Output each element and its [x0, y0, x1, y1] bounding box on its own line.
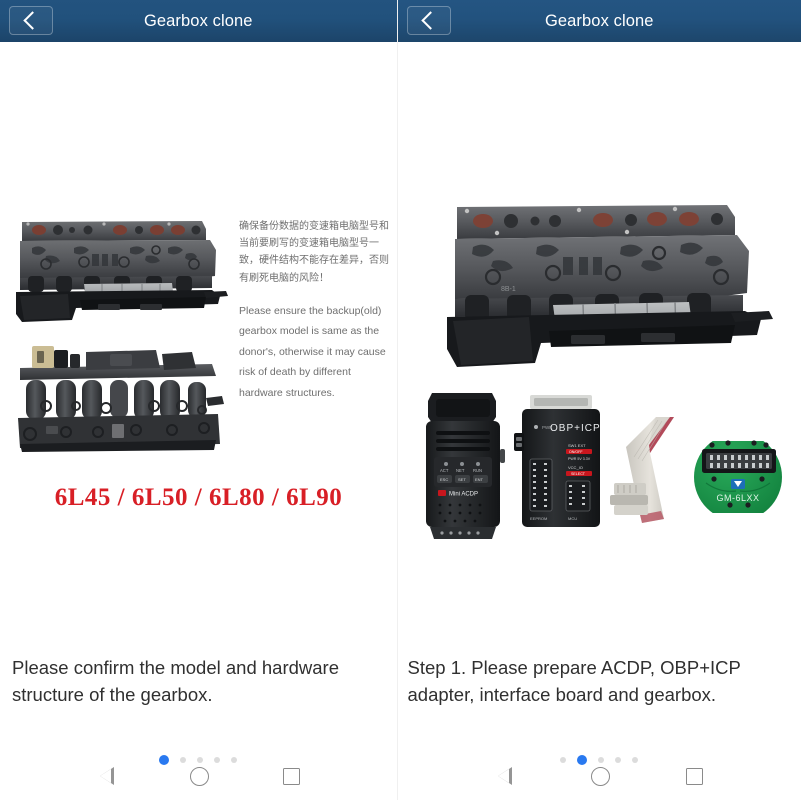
step-caption: Please confirm the model and hardware st…: [12, 657, 340, 706]
svg-text:MCU: MCU: [568, 516, 577, 521]
nav-recents-icon[interactable]: [686, 767, 704, 785]
page-dot-3[interactable]: [598, 757, 605, 763]
notice-chinese: 确保备份数据的变速箱电脑型号和当前要刷写的变速箱电脑型号一致，硬件结构不能存在差…: [239, 221, 389, 284]
page-dot-1[interactable]: [560, 757, 567, 763]
back-chevron-icon: [420, 11, 440, 30]
page-dot-5[interactable]: [231, 757, 238, 763]
model-list-text: 6L45 / 6L50 / 6L80 / 6L90: [54, 484, 343, 511]
notice-english: Please ensure the backup(old) gearbox mo…: [239, 304, 386, 399]
svg-text:ESC: ESC: [440, 477, 448, 482]
svg-text:SW1 EXT: SW1 EXT: [568, 443, 586, 448]
page-dot-2[interactable]: [180, 757, 187, 763]
nav-back-icon[interactable]: [97, 766, 117, 786]
dual-screenshot-composite: Gearbox clone 确保备份数据的变速箱电脑型号和当前要刷写的变速箱电脑…: [0, 0, 801, 800]
svg-text:OBP+ICP: OBP+ICP: [550, 423, 601, 434]
svg-text:ACT: ACT: [440, 468, 449, 473]
page-dot-4[interactable]: [615, 757, 622, 763]
content-left: 确保备份数据的变速箱电脑型号和当前要刷写的变速箱电脑型号一致，硬件结构不能存在差…: [0, 42, 397, 765]
page-title: Gearbox clone: [544, 11, 654, 30]
gearbox-solenoid-pack-photo: [6, 340, 234, 460]
gearbox-valve-body-photo: [6, 204, 234, 332]
svg-text:EEPROM: EEPROM: [530, 516, 547, 521]
nav-back-icon[interactable]: [495, 766, 515, 786]
panel-left: Gearbox clone 确保备份数据的变速箱电脑型号和当前要刷写的变速箱电脑…: [0, 0, 397, 800]
svg-text:ENT: ENT: [475, 477, 484, 482]
svg-text:8B-1: 8B-1: [501, 286, 516, 293]
page-indicator-right[interactable]: [398, 755, 801, 765]
app-bar-left: Gearbox clone: [0, 0, 397, 42]
page-title: Gearbox clone: [143, 11, 253, 30]
content-right: 8B-1 ACT NET RUN ESC SET ENT Mini ACDP P…: [397, 42, 801, 765]
notice-text-block: 确保备份数据的变速箱电脑型号和当前要刷写的变速箱电脑型号一致，硬件结构不能存在差…: [239, 218, 391, 403]
back-button[interactable]: [9, 6, 53, 35]
page-dot-2[interactable]: [577, 755, 588, 765]
device-row: ACT NET RUN ESC SET ENT Mini ACDP PWR OB…: [417, 387, 788, 542]
step-caption: Step 1. Please prepare ACDP, OBP+ICP ada…: [407, 657, 741, 706]
nav-home-icon[interactable]: [190, 766, 210, 786]
svg-text:GM-6LXX: GM-6LXX: [716, 493, 759, 503]
svg-text:SELECT: SELECT: [571, 472, 586, 476]
back-button[interactable]: [406, 6, 451, 35]
svg-text:Mini ACDP: Mini ACDP: [449, 492, 478, 498]
svg-text:SET: SET: [458, 477, 466, 482]
panel-right: Gearbox clone 8B-1 ACT NET RUN ESC SET E…: [396, 0, 801, 800]
nav-recents-icon[interactable]: [282, 767, 300, 785]
svg-text:ON/OFF: ON/OFF: [569, 450, 583, 454]
page-dot-4[interactable]: [214, 757, 221, 763]
svg-text:PWR 5V 3.3V: PWR 5V 3.3V: [568, 457, 591, 461]
svg-text:VCC_IO: VCC_IO: [568, 465, 583, 470]
nav-home-icon[interactable]: [591, 766, 611, 786]
page-dot-1[interactable]: [159, 755, 170, 765]
page-dot-5[interactable]: [632, 757, 639, 763]
svg-text:RUN: RUN: [473, 468, 482, 473]
back-chevron-icon: [23, 11, 42, 30]
app-bar-right: Gearbox clone: [397, 0, 801, 42]
page-indicator-left[interactable]: [0, 755, 397, 765]
svg-text:NET: NET: [456, 468, 465, 473]
page-dot-3[interactable]: [197, 757, 204, 763]
gearbox-valve-body-photo: 8B-1: [430, 185, 781, 380]
